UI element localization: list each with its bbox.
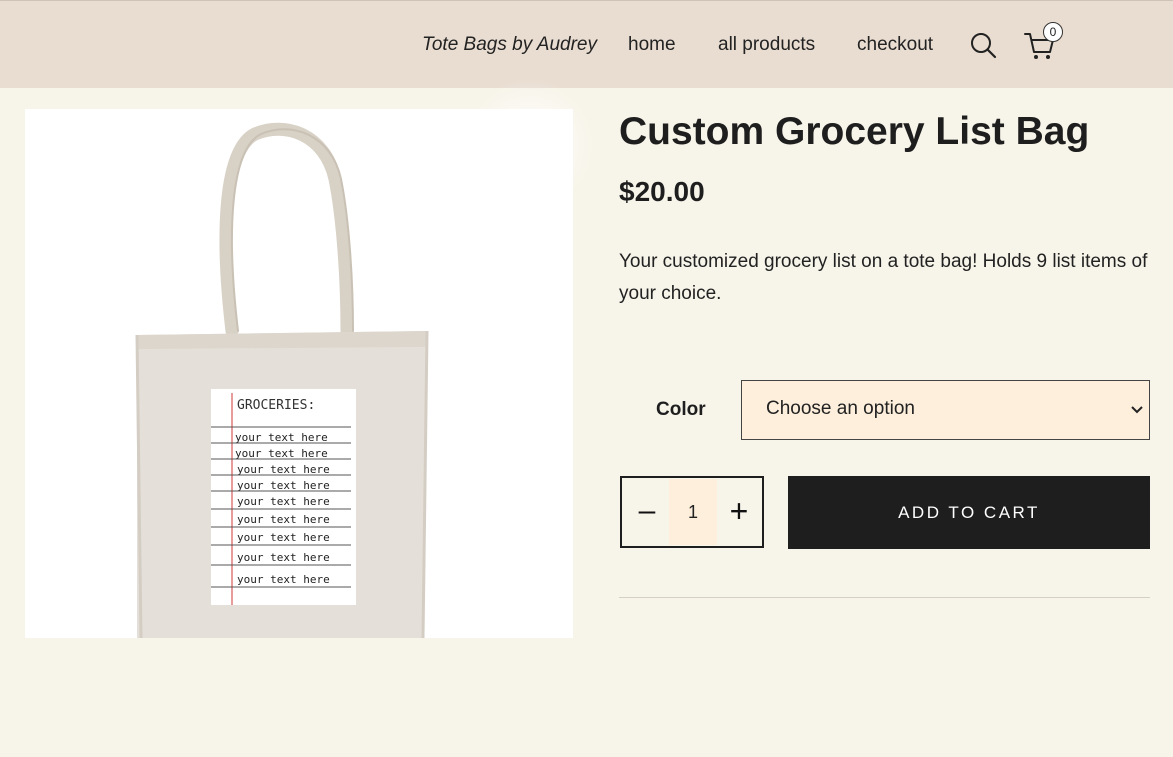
image-list-line: your text here [237, 479, 330, 492]
add-to-cart-button[interactable]: ADD TO CART [788, 476, 1150, 549]
product-title: Custom Grocery List Bag [619, 110, 1090, 153]
search-icon[interactable] [969, 31, 997, 59]
nav-all-products-link[interactable]: all products [718, 34, 815, 56]
image-list-line: your text here [235, 431, 328, 444]
quantity-increase-button[interactable]: + [726, 495, 752, 527]
image-list-line: your text here [237, 551, 330, 564]
image-list-line: your text here [237, 573, 330, 586]
product-description: Your customized grocery list on a tote b… [619, 251, 1148, 304]
product-price: $20.00 [619, 176, 705, 207]
nav-home-link[interactable]: home [628, 34, 676, 56]
cart-count-badge: 0 [1043, 22, 1063, 42]
divider [619, 597, 1150, 598]
quantity-decrease-button[interactable]: – [636, 496, 658, 526]
quantity-stepper: – + [620, 476, 764, 548]
site-title-link[interactable]: Tote Bags by Audrey [422, 34, 597, 56]
color-label: Color [656, 399, 706, 420]
image-list-line: your text here [237, 463, 330, 476]
image-list-line: your text here [237, 531, 330, 544]
color-select[interactable]: Choose an option [741, 380, 1150, 440]
image-list-line: your text here [237, 495, 330, 508]
nav-checkout-link[interactable]: checkout [857, 34, 933, 56]
image-list-heading: GROCERIES: [237, 398, 315, 413]
site-header: Tote Bags by Audrey home all products ch… [0, 0, 1173, 88]
image-list-line: your text here [235, 447, 328, 460]
image-list-line: your text here [237, 513, 330, 526]
quantity-input[interactable] [669, 479, 717, 545]
chevron-down-icon [1131, 406, 1143, 414]
color-select-value: Choose an option [766, 398, 915, 419]
tote-bag-illustration: GROCERIES: your text here your text here… [135, 122, 429, 639]
product-image[interactable]: GROCERIES: your text here your text here… [25, 109, 573, 639]
